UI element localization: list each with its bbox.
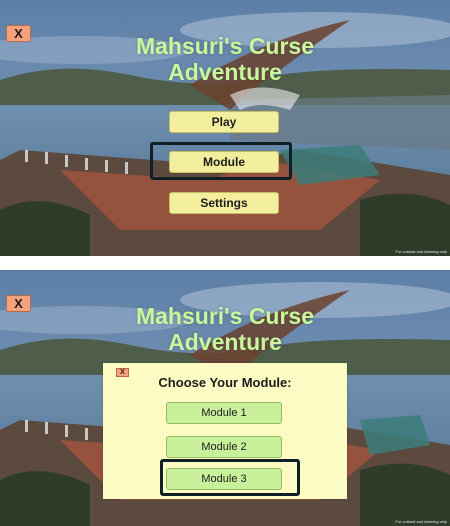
play-button-label: Play	[211, 115, 237, 129]
module-1-label: Module 1	[201, 407, 247, 419]
watermark: For cultural and learning only	[395, 249, 447, 254]
settings-button[interactable]: Settings	[169, 192, 279, 214]
dialog-heading: Choose Your Module:	[158, 375, 292, 390]
game-title: Mahsuri's Curse Adventure	[0, 303, 450, 355]
title-line-1: Mahsuri's Curse	[135, 33, 315, 59]
module-select-screen: X Mahsuri's Curse Adventure X Choose You…	[0, 270, 450, 526]
settings-button-label: Settings	[200, 196, 248, 210]
module-1-button[interactable]: Module 1	[166, 402, 282, 424]
module-2-label: Module 2	[201, 441, 247, 453]
title-line-2: Adventure	[168, 329, 282, 355]
title-line-2: Adventure	[168, 59, 282, 85]
highlight-box	[150, 142, 292, 180]
watermark: For cultural and learning only	[395, 519, 447, 524]
game-title: Mahsuri's Curse Adventure	[0, 33, 450, 85]
play-button[interactable]: Play	[169, 111, 279, 133]
highlight-box	[160, 459, 300, 496]
main-menu-screen: X Mahsuri's Curse Adventure Play Module …	[0, 0, 450, 256]
title-line-1: Mahsuri's Curse	[135, 303, 315, 329]
module-2-button[interactable]: Module 2	[166, 436, 282, 458]
